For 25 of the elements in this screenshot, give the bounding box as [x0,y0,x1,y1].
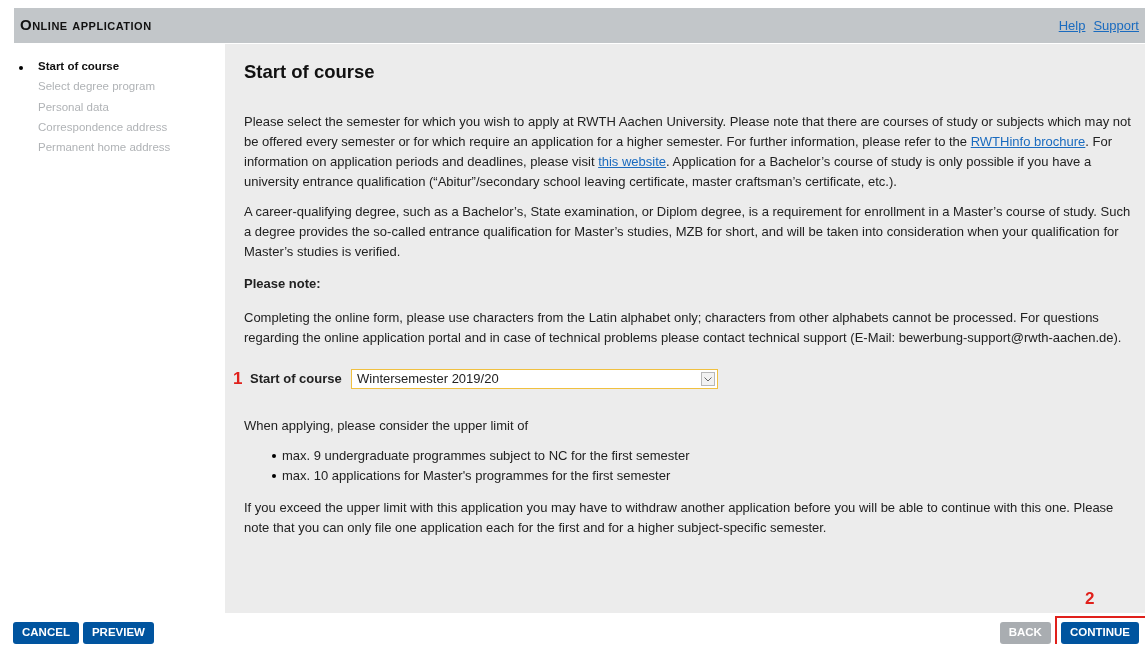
bullet-icon [272,474,276,478]
header-link[interactable]: Support [1093,15,1139,36]
bullet-icon [19,66,23,70]
closing-text: If you exceed the upper limit with this application you may have to withdraw another application before you will be able to continue with this one. Please note that you can only file one application each for the first and for a higher subject-specific semester. [244,499,1115,537]
semester-select[interactable]: Wintersemester 2019/20 [351,369,718,389]
paragraph: A career-qualifying degree, such as a Bachelor’s, State examination, or Diplom degree, is a requirement for enrollment in a Master’s course of study. Such a degree provides the so-called entrance qualification for Master’s studies, MZB for short, and will be taken into consideration when your qualification for Master’s studies is verified. [244,203,1131,261]
field-label: Start of course [250,370,343,389]
page-heading: Start of course [244,60,376,84]
list-item: max. 10 applications for Master's programmes for the first semester [282,467,671,485]
note-text: Completing the online form, please use characters from the Latin alphabet only; characters from other alphabets cannot be processed. For questions regarding the online application portal and in case of technical problems please contact technical support (E-Mail: bewerbung-support@rwth-aachen.de). [244,309,1123,347]
step-item[interactable]: Start of course [38,58,120,76]
limit-intro: When applying, please consider the upper limit of [244,417,529,435]
text-link[interactable]: this website [598,154,667,169]
header-link[interactable]: Help [1058,15,1086,36]
annotation-number: 2 [1084,588,1095,610]
annotation-number: 1 [233,368,244,391]
list-item: max. 9 undergraduate programmes subject to NC for the first semester [282,447,690,465]
bullet-icon [272,454,276,458]
note-heading: Please note: [244,275,322,293]
paragraph: Please select the semester for which you wish to apply at RWTH Aachen University. Please note that there are courses of study or subjects which may not be offered every semester or for which require an application for a higher semester. For further information, please refer to the RWTHinfo brochure. For information on application periods and deadlines, please visit this website. Application for a Bachelor’s course of study is only possible if you have a university entrance qualification (“Abitur”/secondary school leaving certificate, master craftsman’s certificate, etc.). [244,113,1131,191]
app-title: Online application [20,15,152,36]
action-button[interactable]: CONTINUE [1060,622,1139,644]
action-button[interactable]: CANCEL [13,622,79,644]
chevron-down-icon [701,372,715,386]
action-button[interactable]: PREVIEW [82,622,154,644]
